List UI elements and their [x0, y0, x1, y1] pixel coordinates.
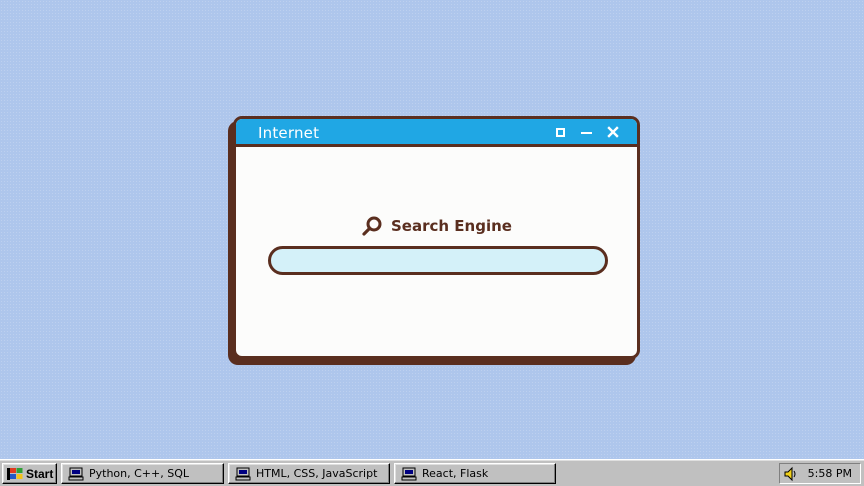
computer-icon [235, 467, 251, 480]
search-heading: Search Engine [361, 214, 512, 238]
taskbar-item-label: HTML, CSS, JavaScript [256, 467, 378, 480]
minimize-button[interactable] [580, 125, 594, 139]
taskbar-item-label: Python, C++, SQL [89, 467, 189, 480]
taskbar-item-html[interactable]: HTML, CSS, JavaScript [228, 463, 390, 484]
search-input[interactable] [268, 246, 608, 275]
start-label: Start [26, 466, 54, 481]
clock[interactable]: 5:58 PM [808, 467, 852, 480]
window-title: Internet [258, 124, 320, 142]
computer-icon [401, 467, 417, 480]
search-icon [362, 216, 382, 236]
taskbar: Start Python, C++, SQL HTML, CSS, JavaSc… [0, 459, 864, 486]
minimize-icon [581, 132, 592, 134]
close-button[interactable] [606, 125, 620, 139]
close-icon [607, 126, 619, 138]
maximize-icon [556, 128, 565, 137]
taskbar-item-python[interactable]: Python, C++, SQL [61, 463, 224, 484]
window-titlebar[interactable]: Internet [236, 119, 637, 147]
taskbar-item-react[interactable]: React, Flask [394, 463, 556, 484]
search-heading-label: Search Engine [391, 217, 512, 235]
windows-logo-icon [7, 467, 23, 480]
computer-icon [68, 467, 84, 480]
maximize-button[interactable] [553, 125, 567, 139]
system-tray: 5:58 PM [779, 463, 861, 484]
taskbar-item-label: React, Flask [422, 467, 489, 480]
speaker-icon[interactable] [783, 466, 799, 482]
internet-window: Internet Search Engine [233, 116, 640, 359]
start-button[interactable]: Start [2, 463, 57, 484]
